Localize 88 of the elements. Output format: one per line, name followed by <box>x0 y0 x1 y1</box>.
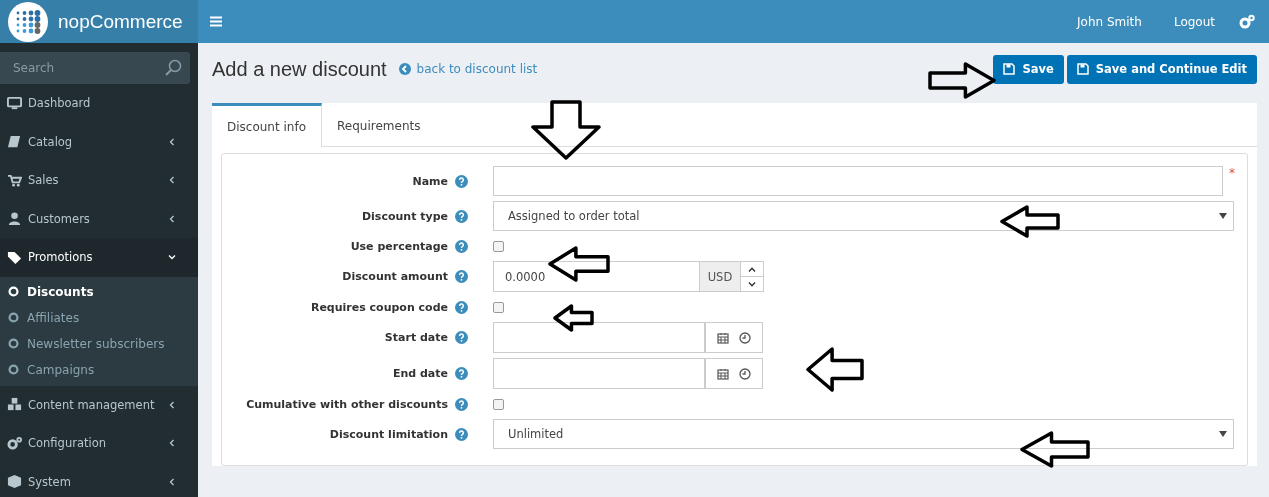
sidebar-item[interactable]: System <box>0 462 198 497</box>
date-field[interactable] <box>493 322 705 353</box>
submenu-item[interactable]: Newsletter subscribers <box>0 330 198 357</box>
submenu-item[interactable]: Affiliates <box>0 304 198 331</box>
chevron-icon <box>168 214 176 223</box>
gears-icon <box>7 435 22 451</box>
chevron-icon <box>168 439 176 448</box>
chevron-icon <box>168 176 176 185</box>
chevron-icon <box>168 400 176 409</box>
annotation-arrow <box>553 304 594 332</box>
field-label: Discount amount <box>342 270 448 283</box>
sidebar-item[interactable]: Dashboard <box>0 84 198 123</box>
sidebar-item[interactable]: Customers <box>0 199 198 238</box>
field-label: Discount type <box>361 209 448 223</box>
search-field[interactable]: Search <box>0 52 190 84</box>
sidebar-item[interactable]: Catalog <box>0 122 198 161</box>
annotation-arrow <box>548 246 610 282</box>
submenu-item[interactable]: Campaigns <box>0 356 198 383</box>
chevron-icon <box>168 477 176 486</box>
checkbox[interactable] <box>493 398 504 410</box>
amount-field[interactable]: 0.0000 <box>493 261 700 292</box>
chevron-icon <box>168 137 176 146</box>
currency-label: USD <box>700 261 741 292</box>
annotation-arrow <box>531 100 601 160</box>
required-mark: * <box>1229 166 1235 180</box>
help-icon[interactable] <box>455 367 468 380</box>
help-icon[interactable] <box>455 209 468 223</box>
brand-name: nopCommerce <box>58 10 183 33</box>
date-field[interactable] <box>493 358 705 389</box>
checkbox[interactable] <box>493 240 504 252</box>
save-button[interactable]: Save and Continue Edit <box>1066 54 1257 84</box>
tab[interactable]: Discount info <box>212 103 322 147</box>
help-icon[interactable] <box>455 300 468 314</box>
circle-icon <box>8 364 19 375</box>
name-field[interactable] <box>493 166 1223 196</box>
calendar-icon[interactable] <box>717 331 729 344</box>
circle-icon <box>8 286 19 297</box>
circle-icon <box>8 338 19 349</box>
annotation-arrow <box>806 347 864 392</box>
help-icon[interactable] <box>455 239 468 253</box>
clock-icon[interactable] <box>739 331 751 344</box>
select-field[interactable]: Unlimited <box>493 419 1234 449</box>
logo-icon <box>8 1 48 42</box>
page-title: Add a new discount <box>212 57 387 81</box>
caret-icon <box>1219 431 1227 437</box>
cart-icon <box>7 172 22 188</box>
book-icon <box>7 134 22 150</box>
help-icon[interactable] <box>455 174 468 188</box>
chevron-up-icon <box>748 266 756 272</box>
field-label: End date <box>392 367 448 380</box>
save-button[interactable]: Save <box>993 54 1064 84</box>
cubes-icon <box>7 397 22 413</box>
field-label: Requires coupon code <box>310 300 448 314</box>
calendar-icon[interactable] <box>717 367 729 380</box>
select-field[interactable]: Assigned to order total <box>493 201 1234 231</box>
sidebar-item[interactable]: Configuration <box>0 424 198 463</box>
clock-icon[interactable] <box>739 367 751 380</box>
field-label: Cumulative with other discounts <box>246 397 448 411</box>
search-input[interactable]: Search <box>11 60 164 76</box>
chevron-icon <box>168 253 176 262</box>
sidebar-item[interactable]: Promotions <box>0 238 198 277</box>
user-icon <box>7 211 22 227</box>
circle-icon <box>8 312 19 323</box>
field-label: Name <box>412 174 448 188</box>
sidebar-item[interactable]: Content management <box>0 385 198 424</box>
search-icon[interactable] <box>164 59 182 77</box>
annotation-arrow <box>1020 431 1090 468</box>
submenu-item[interactable]: Discounts <box>0 278 198 305</box>
monitor-icon <box>7 95 22 111</box>
help-icon[interactable] <box>455 427 468 441</box>
annotation-arrow <box>928 62 996 99</box>
field-label: Start date <box>384 331 448 344</box>
tag-icon <box>7 249 22 265</box>
field-label: Use percentage <box>350 239 448 253</box>
help-icon[interactable] <box>455 397 468 411</box>
help-icon[interactable] <box>455 331 468 344</box>
field-label: Discount limitation <box>329 427 448 441</box>
annotation-arrow <box>1000 205 1060 238</box>
cube-icon <box>7 474 22 490</box>
settings-icon[interactable] <box>1239 13 1255 30</box>
logout-link[interactable]: Logout <box>1157 14 1231 29</box>
tab[interactable]: Requirements <box>322 103 436 146</box>
caret-icon <box>1219 213 1227 219</box>
user-name[interactable]: John Smith <box>1061 14 1158 29</box>
checkbox[interactable] <box>493 301 504 313</box>
chevron-down-icon <box>748 281 756 287</box>
help-icon[interactable] <box>455 270 468 283</box>
sidebar-item[interactable]: Sales <box>0 161 198 200</box>
